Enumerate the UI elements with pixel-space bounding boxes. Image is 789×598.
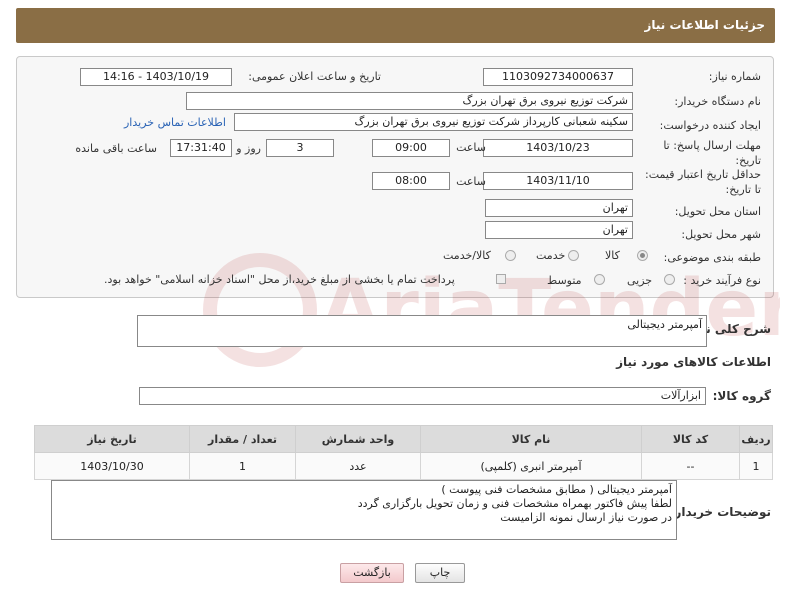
need-number-label: شماره نیاز:	[708, 70, 761, 83]
table-header-row: ردیف کد کالا نام کالا واحد شمارش تعداد /…	[34, 425, 773, 453]
days-field[interactable]: 3	[266, 139, 334, 157]
category-option-goods: کالا	[605, 249, 620, 262]
page-title: جزئیات اطلاعات نیاز	[644, 18, 765, 32]
cell-item-code: --	[641, 452, 740, 480]
page-title-bar: جزئیات اطلاعات نیاز	[16, 8, 775, 43]
col-header-need-date: تاریخ نیاز	[34, 425, 190, 453]
col-header-unit: واحد شمارش	[295, 425, 421, 453]
city-field[interactable]: تهران	[485, 221, 633, 239]
process-option-minor: جزیی	[627, 274, 653, 287]
goods-table: ردیف کد کالا نام کالا واحد شمارش تعداد /…	[34, 425, 773, 480]
remaining-time-label: ساعت باقی مانده	[75, 142, 157, 155]
reply-deadline-label: مهلت ارسال پاسخ: تا تاریخ:	[663, 139, 761, 167]
validity-time-label: ساعت	[456, 175, 486, 188]
cell-quantity: 1	[189, 452, 296, 480]
category-radio-goods-service[interactable]	[505, 250, 516, 261]
category-radio-service[interactable]	[568, 250, 579, 261]
announce-datetime-field[interactable]: 1403/10/19 - 14:16	[80, 68, 232, 86]
category-option-service: خدمت	[536, 249, 566, 262]
price-validity-label: حداقل تاریخ اعتبار قیمت: تا تاریخ:	[645, 168, 761, 196]
buyer-notes-line: آمپرمتر دیجیتالی ( مطابق مشخصات فنی پیوس…	[441, 483, 672, 496]
col-header-item-name: نام کالا	[420, 425, 642, 453]
validity-date-field[interactable]: 1403/11/10	[483, 172, 633, 190]
col-header-row-number: ردیف	[739, 425, 773, 453]
cell-item-name: آمپرمتر انبری (کلمپی)	[420, 452, 642, 480]
cell-need-date: 1403/10/30	[34, 452, 190, 480]
buyer-contact-link[interactable]: اطلاعات تماس خریدار	[124, 116, 226, 129]
treasury-payment-note: پرداخت تمام یا بخشی از مبلغ خرید،از محل …	[104, 273, 455, 286]
col-header-quantity: تعداد / مقدار	[189, 425, 296, 453]
reply-time-label: ساعت	[456, 141, 486, 154]
buyer-notes-line: لطفا پیش فاکتور بهمراه مشخصات فنی و زمان…	[357, 497, 672, 510]
buyer-org-label: نام دستگاه خریدار:	[674, 95, 761, 108]
requester-label: ایجاد کننده درخواست:	[659, 119, 761, 132]
table-row: 1 -- آمپرمتر انبری (کلمپی) عدد 1 1403/10…	[34, 452, 773, 480]
goods-section-title: اطلاعات کالاهای مورد نیاز	[616, 355, 771, 369]
summary-text: آمپرمتر دیجیتالی	[627, 318, 702, 331]
process-radio-medium[interactable]	[594, 274, 605, 285]
category-label: طبقه بندی موضوعی:	[663, 251, 761, 264]
print-button[interactable]: چاپ	[415, 563, 465, 583]
category-radio-goods[interactable]	[637, 250, 648, 261]
announce-datetime-label: تاریخ و ساعت اعلان عمومی:	[248, 70, 381, 83]
reply-time-field[interactable]: 09:00	[372, 139, 450, 157]
remaining-time-field[interactable]: 17:31:40	[170, 139, 232, 157]
process-type-label: نوع فرآیند خرید :	[683, 274, 761, 287]
cell-row-number: 1	[739, 452, 773, 480]
city-label: شهر محل تحویل:	[681, 228, 761, 241]
validity-time-field[interactable]: 08:00	[372, 172, 450, 190]
buyer-notes-field[interactable]: آمپرمتر دیجیتالی ( مطابق مشخصات فنی پیوس…	[51, 480, 677, 540]
days-label: روز و	[236, 142, 261, 155]
treasury-payment-checkbox[interactable]	[496, 274, 506, 284]
process-option-medium: متوسط	[547, 274, 582, 287]
province-field[interactable]: تهران	[485, 199, 633, 217]
buyer-org-field[interactable]: شرکت توزیع نیروی برق تهران بزرگ	[186, 92, 633, 110]
province-label: استان محل تحویل:	[674, 205, 761, 218]
goods-group-field[interactable]: ابزارآلات	[139, 387, 706, 405]
buyer-notes-line: در صورت نیاز ارسال نمونه الزامیست	[500, 511, 672, 524]
summary-field[interactable]: آمپرمتر دیجیتالی	[137, 315, 707, 347]
process-radio-minor[interactable]	[664, 274, 675, 285]
category-option-goods-service: کالا/خدمت	[443, 249, 491, 262]
buyer-notes-label: توضیحات خریدار:	[669, 505, 771, 519]
back-button[interactable]: بازگشت	[340, 563, 404, 583]
cell-unit: عدد	[295, 452, 421, 480]
goods-group-label: گروه کالا:	[712, 389, 771, 403]
reply-date-field[interactable]: 1403/10/23	[483, 139, 633, 157]
need-number-field[interactable]: 1103092734000637	[483, 68, 633, 86]
requester-field[interactable]: سکینه شعبانی کارپرداز شرکت توزیع نیروی ب…	[234, 113, 633, 131]
col-header-item-code: کد کالا	[641, 425, 740, 453]
